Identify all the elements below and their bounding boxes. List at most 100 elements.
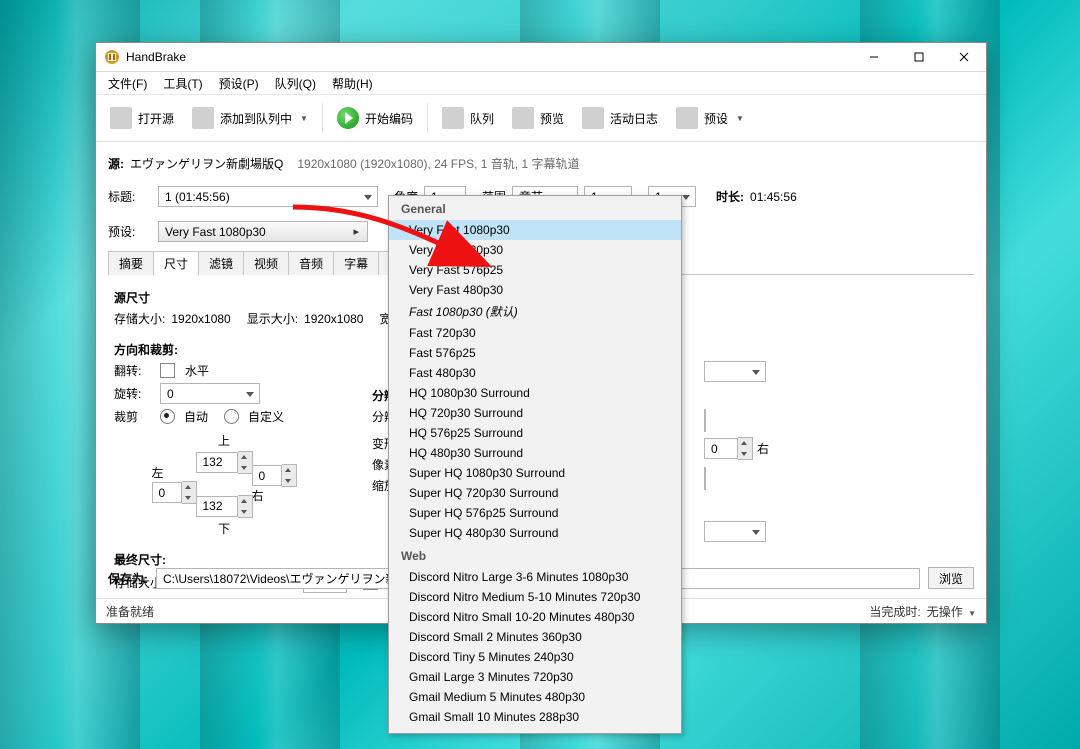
crop-left-input[interactable]: 0 <box>152 482 182 503</box>
source-label: 源: <box>108 155 124 172</box>
play-icon <box>337 107 359 129</box>
handbrake-window: HandBrake 文件(F) 工具(T) 预设(P) 队列(Q) 帮助(H) … <box>95 42 987 624</box>
preset-group-header: General <box>389 196 681 220</box>
preset-item[interactable]: Super HQ 1080p30 Surround <box>389 463 681 483</box>
storage-label: 存储大小: <box>114 310 165 327</box>
crop-custom-label: 自定义 <box>248 408 284 425</box>
crop-right-label: 右 <box>252 489 264 503</box>
queue-icon <box>442 107 464 129</box>
maximize-button[interactable] <box>896 43 941 71</box>
add-to-queue-label: 添加到队列中 <box>220 110 292 127</box>
menu-tools[interactable]: 工具(T) <box>155 73 210 94</box>
preset-item[interactable]: Fast 480p30 <box>389 363 681 383</box>
start-encode-label: 开始编码 <box>365 110 413 127</box>
duration-label: 时长: <box>716 188 744 205</box>
preset-item[interactable]: HQ 720p30 Surround <box>389 403 681 423</box>
app-icon <box>104 49 120 65</box>
menu-preset[interactable]: 预设(P) <box>211 73 267 94</box>
tab-size[interactable]: 尺寸 <box>153 251 199 275</box>
crop-custom-radio[interactable] <box>224 409 239 424</box>
preset-item[interactable]: HQ 480p30 Surround <box>389 443 681 463</box>
spinner-icon[interactable] <box>182 481 197 504</box>
title-combo[interactable]: 1 (01:45:56) <box>158 186 378 207</box>
preset-item[interactable]: Discord Nitro Medium 5-10 Minutes 720p30 <box>389 587 681 607</box>
chevron-down-icon: ▼ <box>736 114 744 123</box>
add-to-queue-button[interactable]: 添加到队列中 ▼ <box>184 103 316 133</box>
activity-log-button[interactable]: 活动日志 <box>574 103 666 133</box>
preset-item[interactable]: Super HQ 576p25 Surround <box>389 503 681 523</box>
crop-bottom-label: 下 <box>218 520 230 537</box>
preview-icon <box>512 107 534 129</box>
preset-item[interactable]: Gmail Large 3 Minutes 720p30 <box>389 667 681 687</box>
spinner-icon[interactable] <box>238 451 253 474</box>
preset-item[interactable]: Gmail Medium 5 Minutes 480p30 <box>389 687 681 707</box>
tab-video[interactable]: 视频 <box>243 251 289 275</box>
activity-label: 活动日志 <box>610 110 658 127</box>
crop-bottom-input[interactable]: 132 <box>196 496 238 517</box>
start-encode-button[interactable]: 开始编码 <box>329 103 421 133</box>
right-peek-spinner-1[interactable] <box>704 409 706 432</box>
preset-item[interactable]: Fast 720p30 <box>389 323 681 343</box>
preview-label: 预览 <box>540 110 564 127</box>
duration-value: 01:45:56 <box>750 190 797 204</box>
preset-item[interactable]: Very Fast 480p30 <box>389 280 681 300</box>
source-name: エヴァンゲリヲン新劇場版Q <box>130 155 283 172</box>
right-peek-input[interactable]: 0 <box>704 438 738 459</box>
storage-value: 1920x1080 <box>171 312 230 326</box>
preset-item[interactable]: HQ 576p25 Surround <box>389 423 681 443</box>
right-peek-combo-2[interactable] <box>704 521 766 542</box>
preset-item[interactable]: Discord Small 2 Minutes 360p30 <box>389 627 681 647</box>
close-button[interactable] <box>941 43 986 71</box>
crop-auto-label: 自动 <box>184 408 208 425</box>
preset-item[interactable]: Gmail Small 10 Minutes 288p30 <box>389 707 681 727</box>
log-icon <box>582 107 604 129</box>
queue-button[interactable]: 队列 <box>434 103 502 133</box>
menu-queue[interactable]: 队列(Q) <box>267 73 324 94</box>
preset-item[interactable]: Discord Nitro Small 10-20 Minutes 480p30 <box>389 607 681 627</box>
menu-help[interactable]: 帮助(H) <box>324 73 381 94</box>
preset-item[interactable]: Fast 1080p30 (默认) <box>389 300 681 323</box>
spinner-icon[interactable] <box>238 495 253 518</box>
preset-item[interactable]: Very Fast 1080p30 <box>389 220 681 240</box>
minimize-button[interactable] <box>851 43 896 71</box>
when-done-value[interactable]: 无操作 ▼ <box>927 603 976 620</box>
toolbar: 打开源 添加到队列中 ▼ 开始编码 队列 预览 活动日志 预设▼ <box>96 95 986 142</box>
source-info: 1920x1080 (1920x1080), 24 FPS, 1 音轨, 1 字… <box>297 155 579 172</box>
right-peek-spinner-2[interactable] <box>704 467 706 490</box>
preset-item[interactable]: Super HQ 720p30 Surround <box>389 483 681 503</box>
crop-auto-radio[interactable] <box>160 409 175 424</box>
saveas-label: 保存为: <box>108 570 148 587</box>
open-source-button[interactable]: 打开源 <box>102 103 182 133</box>
preset-item[interactable]: Super HQ 480p30 Surround <box>389 523 681 543</box>
preset-item[interactable]: Fast 576p25 <box>389 343 681 363</box>
preset-group-header: Web <box>389 543 681 567</box>
spinner-icon[interactable] <box>738 437 753 460</box>
preview-button[interactable]: 预览 <box>504 103 572 133</box>
preset-item[interactable]: Discord Nitro Large 3-6 Minutes 1080p30 <box>389 567 681 587</box>
preset-popup[interactable]: GeneralVery Fast 1080p30Very Fast 720p30… <box>388 195 682 734</box>
titlebar[interactable]: HandBrake <box>96 43 986 72</box>
preset-item[interactable]: HQ 1080p30 Surround <box>389 383 681 403</box>
tab-filters[interactable]: 滤镜 <box>198 251 244 275</box>
display-label: 显示大小: <box>247 310 298 327</box>
flip-h-checkbox[interactable] <box>160 363 175 378</box>
tab-subs[interactable]: 字幕 <box>333 251 379 275</box>
tab-audio[interactable]: 音频 <box>288 251 334 275</box>
preset-item[interactable]: Very Fast 720p30 <box>389 240 681 260</box>
crop-right-input[interactable]: 0 <box>252 465 282 486</box>
tab-summary[interactable]: 摘要 <box>108 251 154 275</box>
preset-combo[interactable]: Very Fast 1080p30 <box>158 221 368 242</box>
browse-button[interactable]: 浏览 <box>928 567 974 589</box>
menu-file[interactable]: 文件(F) <box>100 73 155 94</box>
spinner-icon[interactable] <box>282 464 297 487</box>
rotate-combo[interactable]: 0 <box>160 383 260 404</box>
chevron-down-icon: ▼ <box>300 114 308 123</box>
right-peek-right-label: 右 <box>757 440 769 457</box>
presets-button[interactable]: 预设▼ <box>668 103 752 133</box>
right-peek-combo-1[interactable] <box>704 361 766 382</box>
preset-item[interactable]: Very Fast 576p25 <box>389 260 681 280</box>
app-title: HandBrake <box>126 50 186 64</box>
crop-top-input[interactable]: 132 <box>196 452 238 473</box>
when-done-label: 当完成时: <box>869 603 920 620</box>
preset-item[interactable]: Discord Tiny 5 Minutes 240p30 <box>389 647 681 667</box>
